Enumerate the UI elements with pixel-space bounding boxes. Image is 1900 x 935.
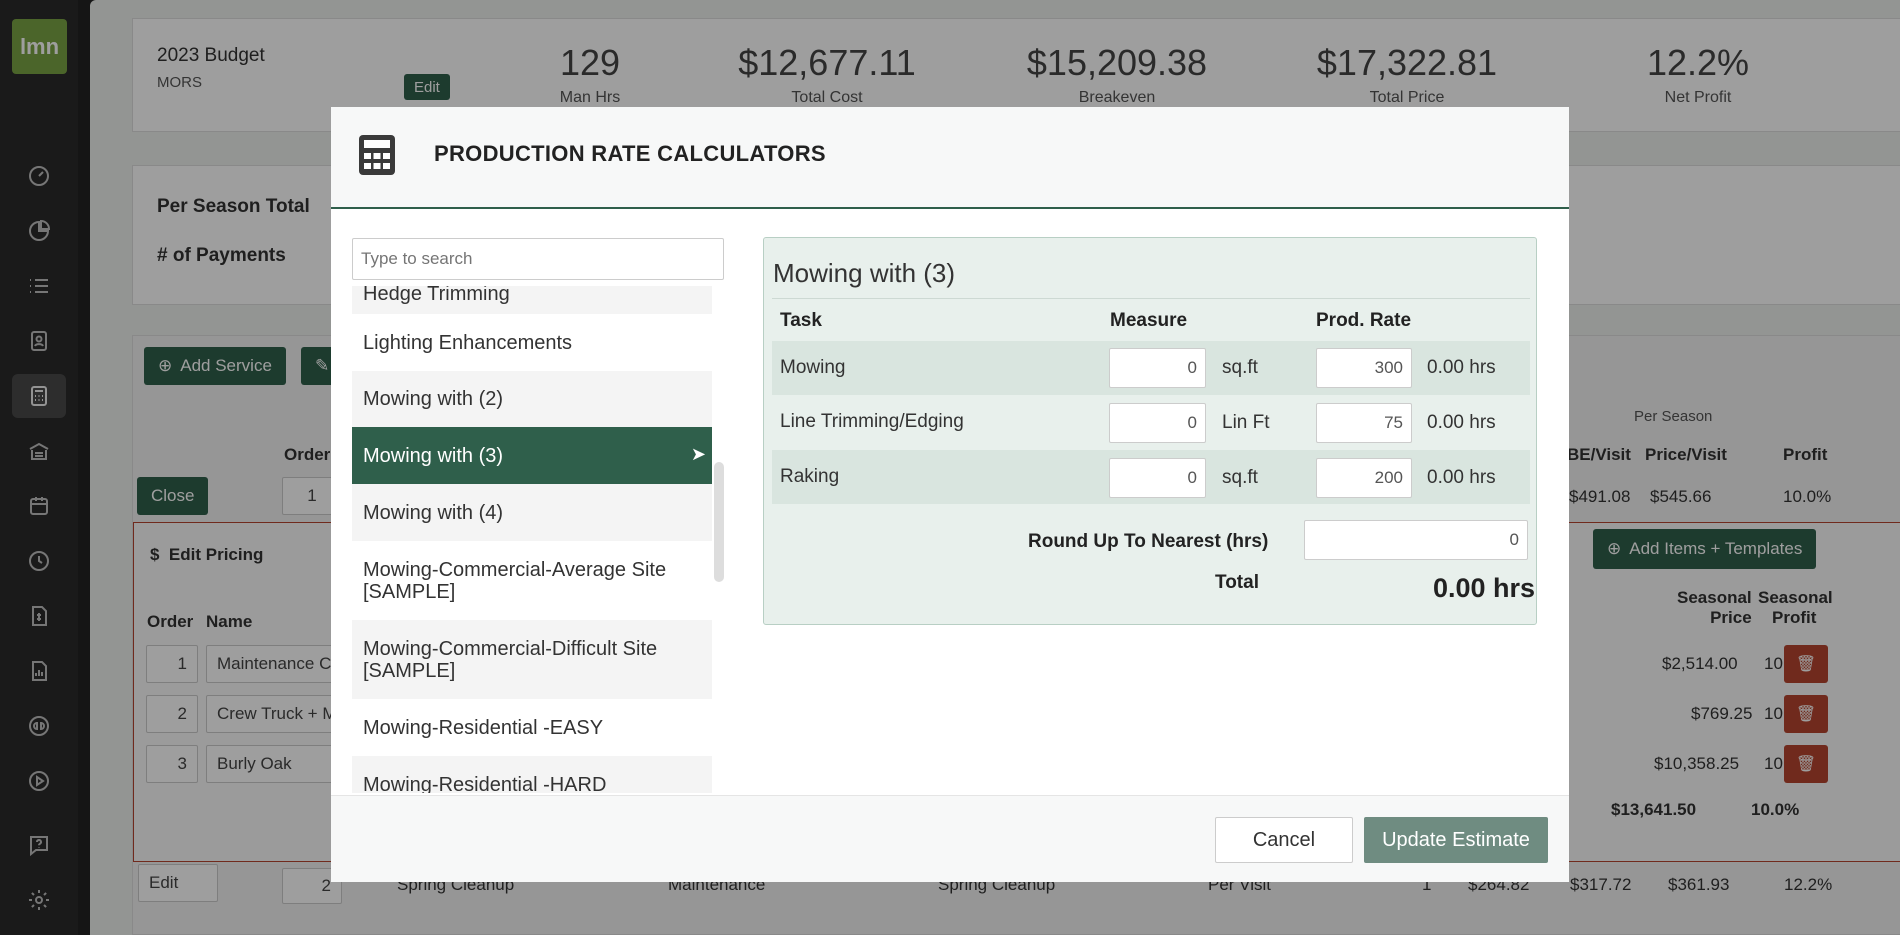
cursor-arrow-icon: ➤ bbox=[690, 444, 706, 464]
calculator-list: Hedge Trimming Lighting Enhancements Mow… bbox=[352, 286, 712, 793]
task-name: Raking bbox=[780, 466, 840, 487]
list-item[interactable]: Mowing-Commercial-Average Site [SAMPLE] bbox=[352, 541, 712, 620]
list-item[interactable]: Lighting Enhancements bbox=[352, 314, 712, 371]
round-up-label: Round Up To Nearest (hrs) bbox=[1028, 531, 1269, 552]
task-hours: 0.00 hrs bbox=[1427, 357, 1496, 378]
task-hours: 0.00 hrs bbox=[1427, 412, 1496, 433]
list-item[interactable]: Mowing-Commercial-Difficult Site [SAMPLE… bbox=[352, 620, 712, 699]
task-header: Task bbox=[780, 310, 822, 331]
task-row: Raking 0 sq.ft 200 0.00 hrs bbox=[772, 450, 1530, 504]
list-item[interactable]: Mowing with (4) bbox=[352, 484, 712, 541]
cancel-button[interactable]: Cancel bbox=[1215, 817, 1353, 863]
list-item-label: Mowing with (3) bbox=[363, 444, 504, 467]
modal-title: PRODUCTION RATE CALCULATORS bbox=[434, 141, 826, 166]
rate-header: Prod. Rate bbox=[1316, 310, 1412, 331]
prod-rate-input[interactable]: 75 bbox=[1316, 403, 1412, 443]
task-row: Mowing 0 sq.ft 300 0.00 hrs bbox=[772, 341, 1530, 395]
measure-input[interactable]: 0 bbox=[1109, 403, 1206, 443]
production-rate-modal: PRODUCTION RATE CALCULATORS Hedge Trimmi… bbox=[331, 107, 1569, 882]
title-divider bbox=[772, 298, 1530, 299]
calculator-icon bbox=[359, 135, 395, 175]
task-row: Line Trimming/Edging 0 Lin Ft 75 0.00 hr… bbox=[772, 395, 1530, 449]
measure-header: Measure bbox=[1110, 310, 1188, 331]
measure-input[interactable]: 0 bbox=[1109, 458, 1206, 498]
round-up-input[interactable]: 0 bbox=[1304, 520, 1528, 560]
modal-footer: Cancel Update Estimate bbox=[331, 795, 1569, 882]
modal-header: PRODUCTION RATE CALCULATORS bbox=[331, 107, 1569, 209]
list-item[interactable]: Hedge Trimming bbox=[352, 286, 712, 314]
task-hours: 0.00 hrs bbox=[1427, 467, 1496, 488]
task-name: Line Trimming/Edging bbox=[780, 411, 964, 432]
list-item-selected[interactable]: Mowing with (3) ➤ bbox=[352, 427, 712, 484]
update-estimate-button[interactable]: Update Estimate bbox=[1364, 817, 1548, 863]
measure-input[interactable]: 0 bbox=[1109, 348, 1206, 388]
calculator-panel: Mowing with (3) Task Measure Prod. Rate … bbox=[763, 237, 1537, 625]
measure-unit: sq.ft bbox=[1222, 467, 1258, 488]
list-item[interactable]: Mowing-Residential -HARD bbox=[352, 756, 712, 793]
measure-unit: sq.ft bbox=[1222, 357, 1258, 378]
prod-rate-input[interactable]: 300 bbox=[1316, 348, 1412, 388]
task-name: Mowing bbox=[780, 357, 846, 378]
total-value: 0.00 hrs bbox=[1433, 573, 1536, 603]
total-label: Total bbox=[1215, 572, 1259, 593]
measure-unit: Lin Ft bbox=[1222, 412, 1270, 433]
list-scrollbar-thumb[interactable] bbox=[714, 462, 724, 582]
list-item[interactable]: Mowing-Residential -EASY bbox=[352, 699, 712, 756]
prod-rate-input[interactable]: 200 bbox=[1316, 458, 1412, 498]
calculator-title: Mowing with (3) bbox=[773, 258, 956, 288]
list-item[interactable]: Mowing with (2) bbox=[352, 371, 712, 427]
calculator-search-input[interactable] bbox=[352, 238, 724, 280]
